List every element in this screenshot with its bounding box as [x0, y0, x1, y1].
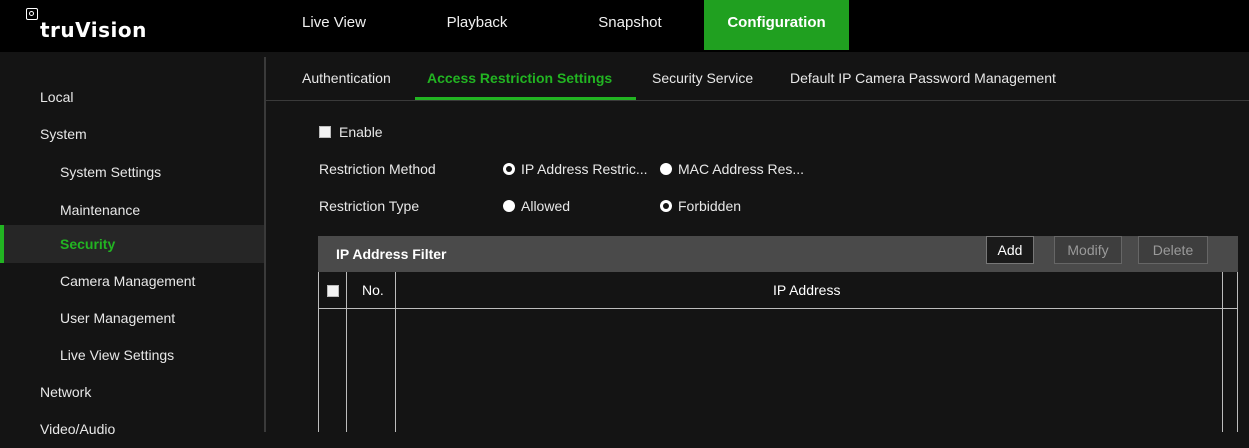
table-header: No. IP Address — [319, 272, 1237, 309]
method-option-mac-label: MAC Address Res... — [678, 161, 805, 177]
sidebar-item-video-audio[interactable]: Video/Audio — [0, 410, 264, 448]
tab-authentication[interactable]: Authentication — [302, 70, 391, 86]
sidebar-divider — [264, 57, 266, 432]
add-button[interactable]: Add — [986, 236, 1034, 264]
restriction-method-label: Restriction Method — [319, 161, 436, 177]
sidebar-item-system-settings[interactable]: System Settings — [0, 153, 264, 191]
ip-address-table: No. IP Address — [318, 272, 1238, 432]
truvision-logo: truVision — [26, 6, 147, 46]
ip-filter-title: IP Address Filter — [336, 246, 447, 262]
nav-live-view[interactable]: Live View — [288, 0, 380, 50]
logo-text: truVision — [40, 18, 147, 42]
settings-tabs: Authentication Access Restriction Settin… — [266, 60, 1249, 101]
nav-playback[interactable]: Playback — [432, 0, 522, 50]
logo-icon — [26, 8, 38, 20]
tab-security-service[interactable]: Security Service — [652, 70, 753, 86]
radio-selected-icon[interactable] — [660, 200, 672, 213]
method-option-ip-label: IP Address Restric... — [521, 161, 648, 177]
type-option-allowed-label: Allowed — [521, 198, 571, 214]
tab-default-ip-camera-password[interactable]: Default IP Camera Password Management — [790, 70, 1056, 86]
enable-checkbox[interactable] — [319, 126, 331, 139]
sidebar-item-live-view-settings[interactable]: Live View Settings — [0, 336, 264, 374]
column-divider — [1222, 272, 1223, 432]
type-option-forbidden[interactable]: Forbidden — [660, 198, 741, 214]
radio-selected-icon[interactable] — [503, 163, 515, 176]
radio-unselected-icon[interactable] — [503, 200, 515, 213]
sidebar-item-local[interactable]: Local — [0, 78, 264, 116]
sidebar: Local System System Settings Maintenance… — [0, 52, 264, 437]
ip-filter-header: IP Address Filter Add Modify Delete — [318, 236, 1238, 272]
nav-configuration[interactable]: Configuration — [704, 0, 849, 50]
delete-button[interactable]: Delete — [1138, 236, 1208, 264]
sidebar-item-maintenance[interactable]: Maintenance — [0, 191, 264, 229]
active-tab-indicator — [415, 97, 636, 100]
select-all-checkbox[interactable] — [327, 285, 339, 297]
enable-label: Enable — [339, 124, 383, 140]
sidebar-item-network[interactable]: Network — [0, 373, 264, 411]
column-header-no: No. — [362, 282, 384, 298]
sidebar-item-system[interactable]: System — [0, 115, 264, 153]
tab-access-restriction-settings[interactable]: Access Restriction Settings — [427, 70, 612, 86]
enable-row: Enable — [319, 124, 383, 140]
column-divider — [346, 272, 347, 432]
radio-unselected-icon[interactable] — [660, 163, 672, 176]
column-divider — [395, 272, 396, 432]
sidebar-item-camera-management[interactable]: Camera Management — [0, 262, 264, 300]
type-option-forbidden-label: Forbidden — [678, 198, 742, 214]
sidebar-item-security[interactable]: Security — [0, 225, 264, 263]
modify-button[interactable]: Modify — [1054, 236, 1122, 264]
nav-snapshot[interactable]: Snapshot — [580, 0, 680, 50]
sidebar-item-user-management[interactable]: User Management — [0, 299, 264, 337]
column-header-ip-address: IP Address — [773, 282, 841, 298]
top-bar: truVision Live View Playback Snapshot Co… — [0, 0, 1249, 52]
type-option-allowed[interactable]: Allowed — [503, 198, 570, 214]
restriction-type-label: Restriction Type — [319, 198, 420, 214]
method-option-mac[interactable]: MAC Address Res... — [660, 161, 804, 177]
method-option-ip[interactable]: IP Address Restric... — [503, 161, 648, 177]
